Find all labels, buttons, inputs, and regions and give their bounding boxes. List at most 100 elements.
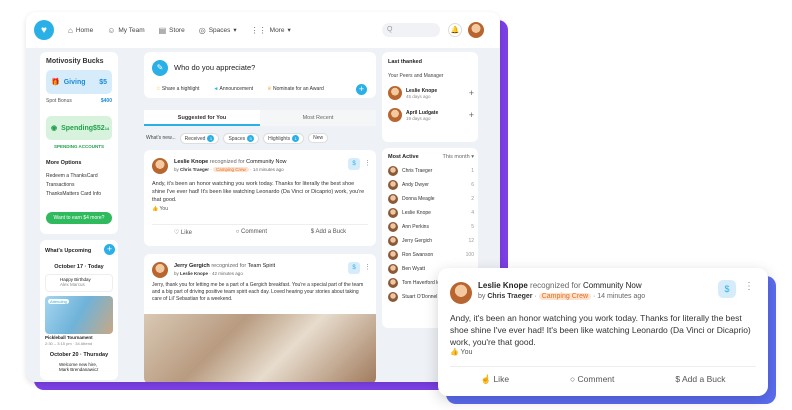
nominate-button[interactable]: ♕ Nominate for an Award — [267, 86, 324, 92]
nav-home[interactable]: ⌂ Home — [68, 26, 93, 35]
most-active-row[interactable]: Ron Swanson 100 — [388, 248, 474, 262]
thanked-row[interactable]: Leslie Knope 45 days ago + — [388, 84, 474, 102]
more-options-title[interactable]: More Options — [46, 160, 81, 166]
team-icon: ☺ — [107, 25, 116, 35]
activity-count: 2 — [471, 196, 474, 202]
option-transactions[interactable]: Transactions — [46, 181, 101, 190]
welcome-event[interactable]: Welcome new hire, Mark Brendanawicz — [45, 362, 99, 372]
bucks-badge-icon: $ — [718, 280, 736, 298]
avatar — [388, 194, 398, 204]
more-options-icon[interactable]: ⋮ — [364, 263, 371, 271]
activity-count: 4 — [471, 210, 474, 216]
post-header: Jerry Gergich recognized for Team Spirit — [174, 263, 276, 269]
zoomed-post-card: Leslie Knope recognized for Community No… — [438, 268, 768, 396]
most-active-row[interactable]: Chris Traeger 1 — [388, 164, 474, 178]
post-actions: ♡ Like ○ Comment $ Add a Buck — [152, 224, 368, 236]
last-thanked-subtitle: Your Peers and Manager — [388, 73, 444, 79]
earn-more-button[interactable]: Want to earn $4 more? — [46, 212, 112, 224]
most-active-row[interactable]: Andy Dwyer 6 — [388, 178, 474, 192]
reaction[interactable]: 👍 You — [152, 206, 168, 212]
pickleball-event[interactable]: Attending — [45, 296, 113, 334]
add-post-button[interactable]: + — [356, 84, 367, 95]
thanked-row[interactable]: April Ludgate 19 days ago + — [388, 106, 474, 124]
author-avatar[interactable] — [450, 282, 472, 304]
like-button[interactable]: ♡ Like — [174, 229, 192, 236]
most-active-row[interactable]: Jerry Gergich 12 — [388, 234, 474, 248]
activity-count: 5 — [471, 224, 474, 230]
activity-count: 12 — [468, 238, 474, 244]
home-icon: ⌂ — [68, 25, 73, 35]
avatar — [388, 278, 398, 288]
giving-box[interactable]: 🎁 Giving $5 — [46, 70, 112, 94]
nav-more[interactable]: ⋮⋮ More ▾ — [251, 26, 291, 35]
megaphone-icon: ◄ — [213, 86, 219, 92]
most-active-row[interactable]: Leslie Knope 4 — [388, 206, 474, 220]
filter-highlights[interactable]: Highlights 1 — [263, 132, 305, 144]
chevron-down-icon: ▾ — [287, 27, 291, 34]
period-select[interactable]: This month ▾ — [442, 154, 474, 160]
spending-accounts-link[interactable]: SPENDING ACCOUNTS — [46, 144, 112, 149]
spot-bonus: Spot Bonus $400 — [46, 98, 112, 104]
post-body: Andy, it's been an honor watching you wo… — [450, 313, 751, 347]
activity-count: 100 — [465, 252, 474, 258]
person-name: Jerry Gergich — [402, 238, 433, 244]
top-navigation: ♥ ⌂ Home ☺ My Team ▤ Store ◎ Spaces ▾ ⋮⋮ More ▾… — [26, 12, 500, 48]
more-options-icon[interactable]: ⋮ — [744, 281, 754, 292]
most-active-row[interactable]: Ann Perkins 5 — [388, 220, 474, 234]
post-photo[interactable] — [144, 314, 376, 382]
spending-box[interactable]: ◉ Spending $52 14 — [46, 116, 112, 140]
avatar — [388, 108, 402, 122]
person-name: Stuart O'Donnel — [402, 294, 438, 300]
option-card-info[interactable]: ThanksMatters Card Info — [46, 190, 101, 199]
spending-value: $52 — [93, 124, 105, 132]
comment-button[interactable]: ○ Comment — [236, 229, 267, 236]
wallet-icon: ◉ — [51, 125, 58, 132]
appreciate-prompt[interactable]: Who do you appreciate? — [174, 63, 255, 72]
birthday-event[interactable]: Happy Birthday Alex Marcus — [45, 274, 113, 292]
nav-store[interactable]: ▤ Store — [159, 26, 185, 35]
post-body: Jerry, thank you for letting me be a par… — [152, 282, 364, 302]
gift-icon: 🎁 — [51, 79, 60, 86]
tab-most-recent[interactable]: Most Recent — [260, 110, 376, 126]
nav-my-team[interactable]: ☺ My Team — [107, 26, 144, 35]
filters-label: What's new... — [146, 135, 176, 141]
bucks-title: Motivosity Bucks — [46, 58, 104, 65]
thumbs-up-icon: 👍 — [450, 349, 459, 356]
filter-new[interactable]: New — [308, 133, 329, 143]
filter-received[interactable]: Received 1 — [179, 132, 220, 144]
post-card: Leslie Knope recognized for Community No… — [144, 150, 376, 246]
comment-button[interactable]: ○ Comment — [570, 374, 614, 385]
more-options-icon[interactable]: ⋮ — [364, 159, 371, 167]
share-highlight-button[interactable]: ☆ Share a highlight — [156, 86, 199, 92]
pickleball-time: 2:30 – 3:15 pm · 34 Attend — [45, 341, 93, 346]
appreciate-icon: ✎ — [152, 60, 168, 76]
nav-spaces[interactable]: ◎ Spaces ▾ — [199, 26, 237, 35]
giving-value: $5 — [99, 78, 107, 86]
options-list: Redeem a ThanksCard Transactions ThanksM… — [46, 172, 101, 199]
person-name: Ann Perkins — [402, 224, 429, 230]
add-event-button[interactable]: + — [104, 244, 115, 255]
appreciate-actions: ☆ Share a highlight ◄ Announcement ♕ Nom… — [156, 86, 324, 92]
add-buck-button[interactable]: $ Add a Buck — [311, 229, 346, 236]
announcement-button[interactable]: ◄ Announcement — [213, 86, 253, 92]
author-avatar[interactable] — [152, 262, 168, 278]
user-avatar[interactable] — [468, 22, 484, 38]
search-input[interactable]: Q — [382, 23, 440, 37]
add-buck-button[interactable]: $ Add a Buck — [675, 374, 725, 385]
spending-cents: 14 — [104, 125, 110, 131]
logo[interactable]: ♥ — [34, 20, 54, 40]
reaction[interactable]: 👍 You — [450, 348, 472, 356]
option-redeem[interactable]: Redeem a ThanksCard — [46, 172, 101, 181]
app-window: ♥ ⌂ Home ☺ My Team ▤ Store ◎ Spaces ▾ ⋮⋮ More ▾… — [26, 12, 500, 382]
like-button[interactable]: ☝ Like — [480, 374, 509, 385]
store-icon: ▤ — [158, 25, 167, 35]
add-icon[interactable]: + — [469, 88, 474, 98]
tab-suggested[interactable]: Suggested for You — [144, 110, 260, 126]
post-subheader: by Leslie Knope · 42 minutes ago — [174, 271, 243, 276]
add-icon[interactable]: + — [469, 110, 474, 120]
bell-icon[interactable]: 🔔 — [448, 23, 462, 37]
filter-spaces[interactable]: Spaces 5 — [223, 132, 260, 144]
post-subheader: by Chris Traeger · Camping Crew · 14 min… — [478, 293, 646, 300]
most-active-row[interactable]: Donna Meagle 2 — [388, 192, 474, 206]
author-avatar[interactable] — [152, 158, 168, 174]
